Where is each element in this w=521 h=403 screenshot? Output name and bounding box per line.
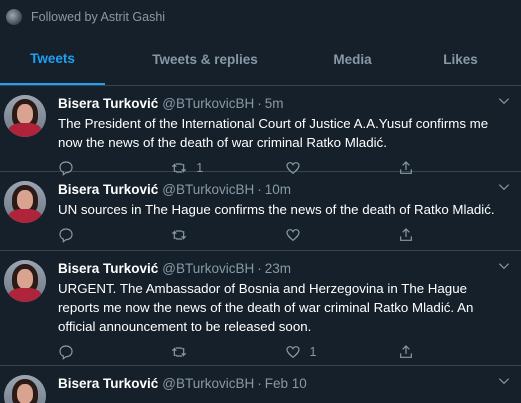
share-icon bbox=[399, 345, 412, 358]
avatar[interactable] bbox=[4, 260, 46, 302]
chevron-down-icon[interactable] bbox=[497, 94, 511, 108]
like-button[interactable]: 1 bbox=[285, 344, 398, 360]
share-button[interactable] bbox=[398, 227, 511, 243]
avatar[interactable] bbox=[4, 375, 46, 403]
tweet-header: Bisera Turković @BTurkovicBH · 23m bbox=[58, 260, 511, 278]
tweet-text: URGENT. The Ambassador of Bosnia and Her… bbox=[58, 281, 474, 334]
tweet[interactable]: Bisera Turković @BTurkovicBH · 23m URGEN… bbox=[0, 251, 521, 366]
retweet-icon bbox=[172, 347, 187, 357]
separator-dot: · bbox=[257, 96, 262, 111]
author-name[interactable]: Bisera Turković bbox=[58, 260, 158, 278]
author-handle[interactable]: @BTurkovicBH bbox=[162, 95, 254, 113]
tweet[interactable]: Bisera Turković @BTurkovicBH · 10m UN so… bbox=[0, 172, 521, 251]
author-handle[interactable]: @BTurkovicBH bbox=[162, 260, 254, 278]
tweet[interactable]: Bisera Turković @BTurkovicBH · Feb 10 bbox=[0, 366, 521, 403]
like-count: 1 bbox=[309, 345, 317, 359]
tweet-time[interactable]: 10m bbox=[265, 181, 291, 199]
heart-icon bbox=[285, 346, 300, 359]
tweet-time[interactable]: 5m bbox=[265, 95, 284, 113]
reply-button[interactable] bbox=[58, 344, 171, 360]
tweet-actions: 1 bbox=[58, 336, 511, 368]
chevron-down-icon[interactable] bbox=[497, 259, 511, 273]
tab-media[interactable]: Media bbox=[305, 34, 400, 85]
tab-tweets-replies[interactable]: Tweets & replies bbox=[105, 34, 305, 85]
tab-likes[interactable]: Likes bbox=[400, 34, 521, 85]
followed-by-row[interactable]: Followed by Astrit Gashi bbox=[0, 0, 521, 34]
tweet-header: Bisera Turković @BTurkovicBH · Feb 10 bbox=[58, 375, 511, 393]
tweet-text: UN sources in The Hague confirms the new… bbox=[58, 202, 495, 217]
author-name[interactable]: Bisera Turković bbox=[58, 95, 158, 113]
author-name[interactable]: Bisera Turković bbox=[58, 181, 158, 199]
tweet-header: Bisera Turković @BTurkovicBH · 5m bbox=[58, 95, 511, 113]
follower-avatar bbox=[6, 9, 22, 25]
avatar[interactable] bbox=[4, 181, 46, 223]
author-handle[interactable]: @BTurkovicBH bbox=[162, 375, 254, 393]
chevron-down-icon[interactable] bbox=[497, 374, 511, 388]
share-icon bbox=[399, 228, 412, 241]
tab-tweets[interactable]: Tweets bbox=[0, 34, 105, 85]
reply-icon bbox=[59, 345, 73, 360]
separator-dot: · bbox=[257, 376, 262, 391]
tweet-time[interactable]: Feb 10 bbox=[265, 375, 307, 393]
author-name[interactable]: Bisera Turković bbox=[58, 375, 158, 393]
reply-button[interactable] bbox=[58, 227, 171, 243]
followed-by-text: Followed by Astrit Gashi bbox=[31, 10, 166, 24]
like-button[interactable] bbox=[285, 227, 398, 243]
share-button[interactable] bbox=[398, 344, 511, 360]
separator-dot: · bbox=[257, 261, 262, 276]
tweet-text: The President of the International Court… bbox=[58, 116, 489, 150]
tweet[interactable]: Bisera Turković @BTurkovicBH · 5m The Pr… bbox=[0, 86, 521, 176]
tweet-time[interactable]: 23m bbox=[265, 260, 291, 278]
retweet-button[interactable] bbox=[171, 227, 284, 243]
chevron-down-icon[interactable] bbox=[497, 180, 511, 194]
avatar[interactable] bbox=[4, 95, 46, 137]
reply-icon bbox=[59, 228, 73, 243]
retweet-button[interactable] bbox=[171, 344, 284, 360]
tweet-actions bbox=[58, 219, 511, 251]
author-handle[interactable]: @BTurkovicBH bbox=[162, 181, 254, 199]
heart-icon bbox=[285, 229, 300, 242]
retweet-icon bbox=[172, 230, 187, 240]
separator-dot: · bbox=[257, 182, 262, 197]
profile-tabs: Tweets Tweets & replies Media Likes bbox=[0, 34, 521, 86]
tweet-header: Bisera Turković @BTurkovicBH · 10m bbox=[58, 181, 511, 199]
tweet-list: Bisera Turković @BTurkovicBH · 5m The Pr… bbox=[0, 86, 521, 403]
